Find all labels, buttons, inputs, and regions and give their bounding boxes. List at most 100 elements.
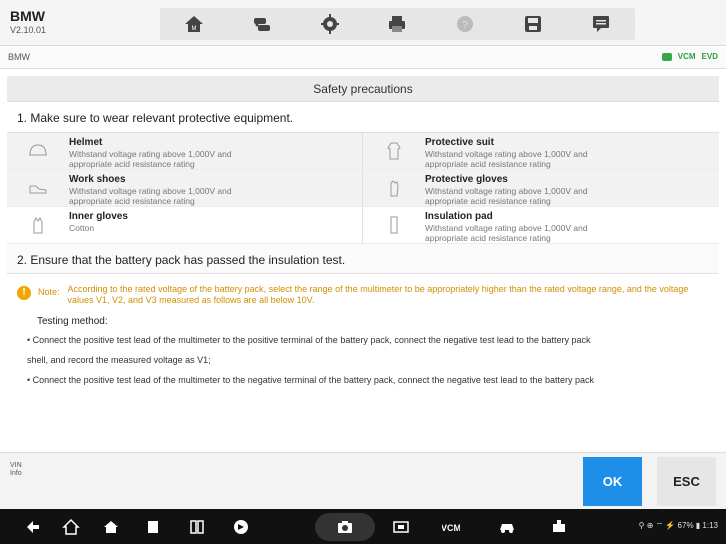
work-shoes-icon [29, 185, 47, 194]
help-button[interactable]: ? [447, 10, 483, 38]
action-bar: VIN Info OK ESC [0, 452, 726, 509]
inner-gloves-icon [33, 217, 43, 234]
back-button[interactable] [22, 517, 44, 537]
ppe-row: Inner gloves Cotton Insulation pad Withs… [7, 207, 719, 244]
ppe-desc: appropriate acid resistance rating [69, 159, 195, 169]
protective-gloves-icon [390, 180, 399, 197]
browser-button[interactable] [230, 517, 252, 537]
remote-support-button[interactable] [548, 517, 570, 537]
home-button[interactable]: M [176, 10, 212, 38]
ppe-desc: appropriate acid resistance rating [425, 233, 551, 243]
ppe-row: Helmet Withstand voltage rating above 1,… [7, 133, 719, 170]
screen-record-icon [393, 521, 409, 533]
dialog-title: Safety precautions [7, 76, 719, 102]
remote-support-icon [553, 520, 565, 532]
ppe-item-inner-gloves: Inner gloves Cotton [7, 207, 363, 243]
ppe-desc: Withstand voltage rating above 1,000V an… [425, 186, 588, 196]
camera-icon [338, 521, 352, 533]
note-label: Note: [38, 287, 60, 297]
helmet-icon [29, 144, 47, 156]
header: BMW V2.10.01 M ? [0, 0, 726, 46]
brand-name: BMW [10, 8, 45, 24]
svg-text:VCM: VCM [442, 523, 460, 533]
help-icon: ? [457, 16, 474, 32]
esc-button[interactable]: ESC [657, 457, 716, 506]
ppe-desc: appropriate acid resistance rating [425, 196, 551, 206]
test-step-line: • Connect the positive test lead of the … [27, 335, 591, 345]
ppe-row: Work shoes Withstand voltage rating abov… [7, 170, 719, 207]
ppe-table: Helmet Withstand voltage rating above 1,… [7, 132, 719, 244]
ppe-title: Inner gloves [69, 211, 128, 222]
note-text: According to the rated voltage of the ba… [67, 284, 689, 305]
system-status: ⚲ ⊕ ⌔ ⚡ 67% ▮ 1:13 [638, 521, 718, 530]
vcm-icon: VCM [442, 523, 460, 533]
ppe-desc: Withstand voltage rating above 1,000V an… [69, 149, 232, 159]
vci-status-icon [661, 52, 672, 61]
message-button[interactable] [583, 10, 619, 38]
ppe-item-insulation-pad: Insulation pad Withstand voltage rating … [363, 207, 719, 243]
car-icon [500, 524, 514, 533]
recents-button[interactable] [142, 517, 164, 537]
split-screen-icon [190, 520, 204, 534]
protective-suit-icon [387, 142, 401, 160]
breadcrumb: BMW [8, 52, 30, 62]
vci-status-label: VCM [677, 52, 696, 61]
ppe-item-work-shoes: Work shoes Withstand voltage rating abov… [7, 170, 363, 206]
save-button[interactable] [515, 10, 551, 38]
print-button[interactable] [379, 10, 415, 38]
launcher-button[interactable] [60, 517, 82, 537]
safety-dialog[interactable]: Safety precautions 1. Make sure to wear … [7, 76, 719, 444]
print-icon [389, 16, 406, 32]
ppe-title: Insulation pad [425, 211, 493, 222]
ppe-item-protective-suit: Protective suit Withstand voltage rating… [363, 133, 719, 169]
browser-icon [234, 520, 248, 534]
insulation-pad-icon [390, 216, 398, 234]
system-nav-bar: VCM ⚲ ⊕ ⌔ ⚡ 67% ▮ 1:13 [0, 509, 726, 544]
vehicle-swap-icon [253, 18, 270, 31]
vehicle-info: VIN Info [10, 462, 22, 478]
svg-text:?: ? [463, 20, 469, 31]
ppe-desc: appropriate acid resistance rating [425, 159, 551, 169]
brand: BMW V2.10.01 [10, 8, 46, 36]
test-step-line: shell, and record the measured voltage a… [27, 355, 211, 365]
ppe-title: Protective suit [425, 137, 494, 148]
home-nav-button[interactable] [100, 517, 122, 537]
info-label: Info [10, 470, 22, 477]
ppe-desc: appropriate acid resistance rating [69, 196, 195, 206]
vcm-button[interactable]: VCM [440, 517, 462, 537]
ppe-title: Work shoes [69, 174, 126, 185]
ppe-desc: Withstand voltage rating above 1,000V an… [425, 223, 588, 233]
house-icon [104, 521, 118, 533]
settings-button[interactable] [312, 10, 348, 38]
breadcrumb-bar: BMW VCM EVD [0, 47, 726, 69]
note-box: ! Note: According to the rated voltage o… [7, 274, 719, 310]
warning-icon: ! [17, 286, 31, 300]
screenshot-button[interactable] [334, 517, 356, 537]
save-icon [525, 16, 542, 32]
message-icon [592, 16, 609, 32]
vehicle-menu-button[interactable] [496, 517, 518, 537]
ppe-item-helmet: Helmet Withstand voltage rating above 1,… [7, 133, 363, 169]
section-heading-equipment: 1. Make sure to wear relevant protective… [17, 111, 294, 125]
section-heading-insulation: 2. Ensure that the battery pack has pass… [7, 244, 719, 274]
home-icon: M [184, 16, 203, 32]
test-step-line: • Connect the positive test lead of the … [27, 375, 594, 385]
toolbar: M ? [160, 8, 635, 40]
ppe-desc: Cotton [69, 223, 95, 233]
vehicle-swap-button[interactable] [244, 10, 280, 38]
launcher-home-icon [62, 518, 80, 535]
split-screen-button[interactable] [186, 517, 208, 537]
settings-icon [320, 14, 339, 34]
app-version: V2.10.01 [10, 25, 47, 35]
svg-text:M: M [191, 26, 196, 32]
recents-icon [148, 521, 158, 533]
ppe-title: Protective gloves [425, 174, 508, 185]
ppe-desc: Withstand voltage rating above 1,000V an… [69, 186, 232, 196]
ppe-item-protective-gloves: Protective gloves Withstand voltage rati… [363, 170, 719, 206]
screen-record-button[interactable] [390, 517, 412, 537]
connection-status: VCM EVD [661, 52, 718, 61]
testing-method-heading: Testing method: [37, 316, 108, 327]
ok-button[interactable]: OK [583, 457, 642, 506]
evd-status-label: EVD [701, 52, 718, 61]
back-icon [27, 521, 39, 533]
